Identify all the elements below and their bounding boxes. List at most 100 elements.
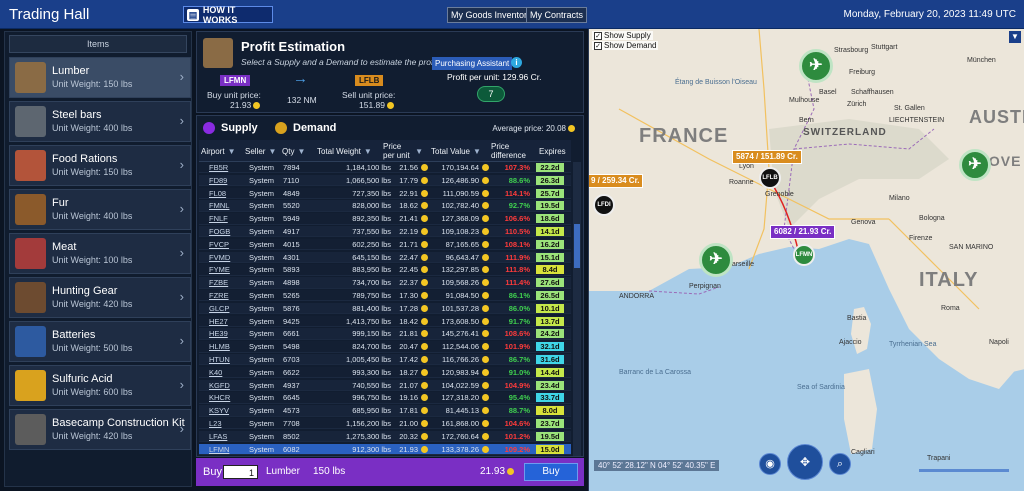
airport-link[interactable]: K40 [209, 367, 222, 378]
filter-icon[interactable]: ▼ [473, 147, 481, 156]
airport-link[interactable]: KHCR [209, 392, 230, 403]
table-row[interactable]: FD89 System 7110 1,066,500 lbs 17.79 126,486.… [199, 174, 571, 187]
map-label-left[interactable]: 9 / 259.34 Cr. [589, 174, 644, 188]
zoom-slider[interactable] [919, 469, 1009, 472]
item-sulfuric-acid[interactable]: Sulfuric Acid Unit Weight: 600 lbs › [9, 365, 191, 406]
airport-link[interactable]: FB5R [209, 162, 228, 173]
col-expires[interactable]: Expires [539, 140, 566, 162]
airport-marker-lflb[interactable]: LFLB [759, 167, 781, 189]
airport-link[interactable]: FVCP [209, 239, 229, 250]
airport-link[interactable]: GLCP [209, 303, 229, 314]
supply-tab[interactable]: Supply [221, 122, 258, 134]
airport-link[interactable]: LFMN [209, 444, 229, 455]
purchasing-assistant-button[interactable]: Purchasing Assistant [432, 57, 513, 70]
table-row[interactable]: KHCR System 6645 996,750 lbs 19.16 127,318.20… [199, 392, 571, 404]
table-row[interactable]: LFAS System 8502 1,275,300 lbs 20.32 172,760.… [199, 430, 571, 443]
filter-icon[interactable]: ▼ [415, 147, 423, 156]
airport-link[interactable]: KGFD [209, 380, 230, 391]
item-hunting-gear[interactable]: Hunting Gear Unit Weight: 420 lbs › [9, 277, 191, 318]
map-dropdown-button[interactable]: ▼ [1009, 31, 1021, 43]
item-meat[interactable]: Meat Unit Weight: 100 lbs › [9, 233, 191, 274]
zoom-search-icon[interactable]: ⌕ [829, 453, 851, 475]
table-row[interactable]: HE39 System 6661 999,150 lbs 21.81 145,276.41… [199, 328, 571, 340]
item-batteries[interactable]: Batteries Unit Weight: 500 lbs › [9, 321, 191, 362]
buy-quantity-input[interactable]: 1 [223, 465, 258, 479]
col-price-difference[interactable]: Price difference [491, 140, 537, 162]
checkbox-checked-icon[interactable]: ✓ [594, 41, 602, 50]
table-row[interactable]: FZBE System 4898 734,700 lbs 22.37 109,568.26… [199, 277, 571, 289]
map-view[interactable]: ✓ Show Supply ✓ Show Demand ▼ FRANCE SWITZ… [588, 29, 1024, 491]
airport-link[interactable]: FD89 [209, 175, 227, 186]
how-it-works-button[interactable]: ▤ HOW IT WORKS [183, 5, 273, 25]
table-row[interactable]: FB5R System 7894 1,184,100 lbs 21.56 170,194.… [199, 162, 571, 174]
airport-link[interactable]: FYME [209, 264, 230, 275]
show-demand-checkbox[interactable]: ✓ Show Demand [592, 41, 659, 50]
airplane-marker-icon[interactable]: ✈ [799, 49, 833, 83]
eye-icon[interactable]: ◉ [759, 453, 781, 475]
buy-button[interactable]: Buy [524, 463, 578, 481]
airplane-marker-icon[interactable]: ✈ [699, 243, 733, 277]
airport-link[interactable]: FZBE [209, 277, 228, 288]
col-total-weight[interactable]: Total Weight ▼ [317, 140, 372, 162]
filter-icon[interactable]: ▼ [228, 147, 236, 156]
item-food-rations[interactable]: Food Rations Unit Weight: 150 lbs › [9, 145, 191, 186]
table-row[interactable]: FZRE System 5265 789,750 lbs 17.30 91,084.50 8… [199, 290, 571, 302]
my-goods-inventory-button[interactable]: My Goods Inventory [447, 7, 536, 23]
table-row[interactable]: FL08 System 4849 727,350 lbs 22.91 111,090.59… [199, 187, 571, 199]
table-row[interactable]: HLMB System 5498 824,700 lbs 20.47 112,544.06… [199, 341, 571, 353]
table-row[interactable]: KSYV System 4573 685,950 lbs 17.81 81,445.13 8… [199, 405, 571, 417]
show-supply-checkbox[interactable]: ✓ Show Supply [592, 31, 653, 40]
table-row[interactable]: LFMN System 6082 912,300 lbs 21.93 133,378.26… [199, 443, 571, 455]
airport-link[interactable]: FL08 [209, 188, 226, 199]
table-row[interactable]: FVCP System 4015 602,250 lbs 21.71 87,165.65 1… [199, 238, 571, 251]
table-row[interactable]: HE27 System 9425 1,413,750 lbs 18.42 173,608.… [199, 315, 571, 327]
demand-dot-icon[interactable] [275, 122, 287, 134]
airport-link[interactable]: HTUN [209, 354, 230, 365]
airport-link[interactable]: FVMD [209, 252, 230, 263]
filter-icon[interactable]: ▼ [297, 147, 305, 156]
table-row[interactable]: FVMD System 4301 645,150 lbs 22.47 96,643.47 1… [199, 251, 571, 263]
airport-link[interactable]: HE27 [209, 316, 228, 327]
col-price-per-unit[interactable]: Price per unit ▼ [383, 140, 423, 162]
table-scrollbar[interactable] [573, 162, 581, 456]
col-qty[interactable]: Qty ▼ [282, 140, 305, 162]
col-airport[interactable]: Airport ▼ [201, 140, 235, 162]
airport-link[interactable]: FNLF [209, 213, 228, 224]
airport-marker-lfdi[interactable]: LFDI [593, 194, 615, 216]
filter-icon[interactable]: ▼ [268, 147, 276, 156]
item-basecamp-construction-kit[interactable]: Basecamp Construction Kit Unit Weight: 42… [9, 409, 191, 450]
map-label-lflb[interactable]: 5874 / 151.89 Cr. [732, 150, 802, 164]
airport-marker-lfmn[interactable]: LFMN [793, 244, 815, 266]
supply-dot-icon[interactable] [203, 122, 215, 134]
my-contracts-button[interactable]: My Contracts [526, 7, 588, 23]
airport-link[interactable]: FZRE [209, 290, 229, 301]
filter-icon[interactable]: ▼ [364, 147, 372, 156]
pan-control-icon[interactable]: ✥ [787, 444, 823, 480]
airport-link[interactable]: KSYV [209, 405, 229, 416]
table-row[interactable]: FOGB System 4917 737,550 lbs 22.19 109,108.23… [199, 226, 571, 238]
table-row[interactable]: KGFD System 4937 740,550 lbs 21.07 104,022.59… [199, 379, 571, 391]
table-row[interactable]: FYME System 5893 883,950 lbs 22.45 132,297.85… [199, 264, 571, 276]
table-row[interactable]: K40 System 6622 993,300 lbs 18.27 120,983.94 9… [199, 366, 571, 379]
airport-link[interactable]: HLMB [209, 341, 230, 352]
airport-link[interactable]: HE39 [209, 328, 228, 339]
map-label-lfmn[interactable]: 6082 / 21.93 Cr. [770, 225, 836, 239]
profit-count-badge[interactable]: 7 [477, 86, 505, 102]
col-seller[interactable]: Seller ▼ [245, 140, 276, 162]
checkbox-checked-icon[interactable]: ✓ [594, 31, 602, 40]
airport-link[interactable]: LFAS [209, 431, 227, 442]
airplane-marker-icon[interactable]: ✈ [959, 149, 991, 181]
table-row[interactable]: FMNL System 5520 828,000 lbs 18.62 102,782.40… [199, 200, 571, 212]
airport-link[interactable]: FMNL [209, 200, 229, 211]
airport-link[interactable]: L23 [209, 418, 222, 429]
col-total-value[interactable]: Total Value ▼ [431, 140, 481, 162]
item-steel-bars[interactable]: Steel bars Unit Weight: 400 lbs › [9, 101, 191, 142]
item-fur[interactable]: Fur Unit Weight: 400 lbs › [9, 189, 191, 230]
item-lumber[interactable]: Lumber Unit Weight: 150 lbs › [9, 57, 191, 98]
table-row[interactable]: HTUN System 6703 1,005,450 lbs 17.42 116,766.… [199, 354, 571, 366]
table-row[interactable]: L23 System 7708 1,156,200 lbs 21.00 161,868.0… [199, 418, 571, 430]
table-row[interactable]: FNLF System 5949 892,350 lbs 21.41 127,368.09… [199, 213, 571, 225]
airport-link[interactable]: FOGB [209, 226, 230, 237]
table-row[interactable]: GLCP System 5876 881,400 lbs 17.28 101,537.28… [199, 302, 571, 315]
info-icon[interactable]: i [511, 57, 522, 68]
